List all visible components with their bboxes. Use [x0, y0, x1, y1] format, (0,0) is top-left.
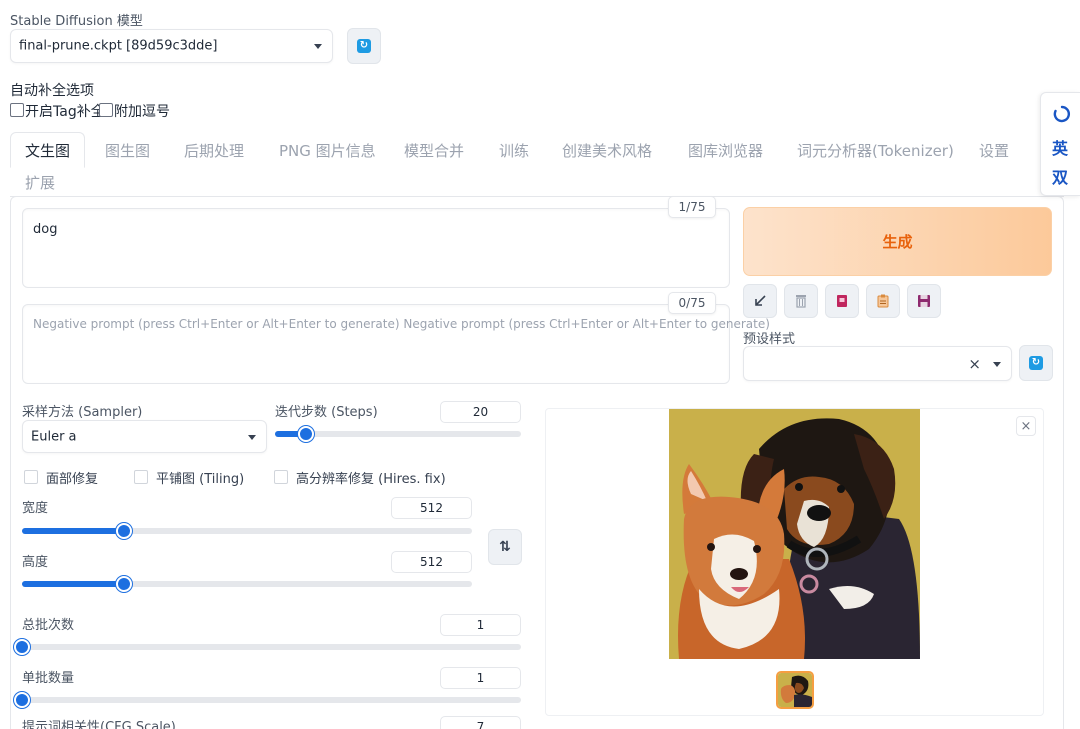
- refresh-styles-button[interactable]: ↻: [1019, 345, 1053, 381]
- prompt-token-counter: 1/75: [668, 196, 716, 218]
- translate-widget[interactable]: 英 双: [1040, 92, 1080, 196]
- append-comma-label: 附加逗号: [114, 104, 170, 120]
- styles-label: 预设样式: [743, 332, 796, 347]
- thumbnail-image: [778, 673, 812, 707]
- batch-count-slider[interactable]: [14, 639, 521, 655]
- swap-icon: ⇅: [499, 539, 511, 555]
- width-slider[interactable]: [22, 523, 472, 539]
- batch-size-label: 单批数量: [22, 671, 75, 686]
- negative-prompt-placeholder: Negative prompt (press Ctrl+Enter or Alt…: [33, 317, 770, 331]
- tag-autocomplete-label: 开启Tag补全: [25, 104, 105, 120]
- height-value-input[interactable]: 512: [391, 551, 472, 573]
- batch-size-slider[interactable]: [14, 692, 521, 708]
- negative-prompt-token-counter: 0/75: [668, 292, 716, 314]
- chevron-down-icon: [248, 434, 256, 440]
- steps-value-input[interactable]: 20: [440, 401, 521, 423]
- batch-size-input[interactable]: 1: [440, 667, 521, 689]
- swap-dimensions-button[interactable]: ⇅: [488, 529, 522, 565]
- tab-extras[interactable]: 后期处理: [184, 132, 244, 168]
- tab-checkpoint-merger[interactable]: 模型合并: [404, 132, 464, 168]
- save-style-button[interactable]: [907, 284, 941, 318]
- lang-english-label[interactable]: 英: [1052, 135, 1068, 159]
- model-selected-value: final-prune.ckpt [89d59c3dde]: [19, 38, 218, 54]
- sampler-label: 采样方法 (Sampler): [22, 405, 143, 420]
- gallery-thumbnail[interactable]: [776, 671, 814, 709]
- clipboard-icon: [877, 294, 889, 308]
- width-value-input[interactable]: 512: [391, 497, 472, 519]
- batch-count-input[interactable]: 1: [440, 614, 521, 636]
- prompt-input[interactable]: dog: [22, 208, 730, 288]
- tab-create-style[interactable]: 创建美术风格: [562, 132, 652, 168]
- steps-label: 迭代步数 (Steps): [275, 405, 378, 420]
- save-icon: [918, 295, 930, 307]
- prompt-text: dog: [33, 222, 58, 237]
- arrow-icon: [755, 295, 766, 306]
- refresh-icon: ↻: [357, 39, 371, 53]
- tab-image-browser[interactable]: 图库浏览器: [688, 132, 763, 168]
- tab-train[interactable]: 训练: [499, 132, 529, 168]
- trash-icon: [796, 295, 806, 308]
- steps-slider[interactable]: [275, 426, 521, 442]
- height-slider[interactable]: [22, 576, 472, 592]
- show-extra-networks-button[interactable]: [825, 284, 859, 318]
- tab-extensions[interactable]: 扩展: [25, 164, 55, 200]
- autocomplete-label: 自动补全选项: [10, 83, 94, 99]
- sampler-selected-value: Euler a: [31, 429, 77, 444]
- face-restore-label: 面部修复: [46, 472, 99, 487]
- cfg-scale-label: 提示词相关性(CFG Scale): [22, 720, 176, 729]
- tab-tokenizer[interactable]: 词元分析器(Tokenizer): [797, 132, 954, 168]
- refresh-icon: ↻: [1029, 356, 1043, 370]
- tab-png-info[interactable]: PNG 图片信息: [279, 132, 376, 168]
- loading-icon: [1053, 105, 1071, 123]
- tiling-checkbox[interactable]: [134, 470, 148, 484]
- refresh-model-button[interactable]: ↻: [347, 28, 381, 64]
- negative-prompt-input[interactable]: Negative prompt (press Ctrl+Enter or Alt…: [22, 304, 770, 384]
- tab-txt2img[interactable]: 文生图: [10, 132, 86, 168]
- face-restore-checkbox[interactable]: [24, 470, 38, 484]
- tiling-label: 平铺图 (Tiling): [156, 472, 245, 487]
- apply-style-button[interactable]: [866, 284, 900, 318]
- height-slider-thumb[interactable]: [115, 576, 132, 592]
- batch-size-slider-thumb[interactable]: [14, 692, 30, 708]
- close-icon: ×: [1020, 418, 1032, 434]
- append-comma-checkbox[interactable]: [99, 103, 113, 117]
- hires-fix-label: 高分辨率修复 (Hires. fix): [296, 472, 446, 487]
- generate-button[interactable]: 生成: [743, 207, 1052, 276]
- tab-img2img[interactable]: 图生图: [105, 132, 150, 168]
- clear-styles-icon[interactable]: ×: [968, 355, 981, 373]
- chevron-down-icon: [314, 44, 322, 49]
- sampler-select[interactable]: Euler a: [22, 420, 267, 453]
- tab-settings[interactable]: 设置: [979, 132, 1009, 168]
- width-slider-thumb[interactable]: [115, 523, 132, 539]
- clear-prompt-button[interactable]: [784, 284, 818, 318]
- height-label: 高度: [22, 555, 49, 570]
- cfg-scale-input[interactable]: 7: [440, 716, 521, 729]
- close-gallery-button[interactable]: ×: [1016, 416, 1036, 436]
- hires-fix-checkbox[interactable]: [274, 470, 288, 484]
- styles-select[interactable]: ×: [743, 346, 1012, 381]
- model-label: Stable Diffusion 模型: [10, 14, 143, 29]
- tag-autocomplete-checkbox[interactable]: [10, 103, 24, 117]
- read-params-button[interactable]: [743, 284, 777, 318]
- generated-image[interactable]: [669, 409, 920, 659]
- batch-count-label: 总批次数: [22, 618, 75, 633]
- model-select[interactable]: final-prune.ckpt [89d59c3dde]: [10, 29, 333, 63]
- card-icon: [837, 295, 847, 307]
- batch-count-slider-thumb[interactable]: [14, 639, 30, 655]
- chevron-down-icon: [993, 361, 1001, 367]
- width-label: 宽度: [22, 501, 49, 516]
- lang-bilingual-label[interactable]: 双: [1052, 164, 1068, 188]
